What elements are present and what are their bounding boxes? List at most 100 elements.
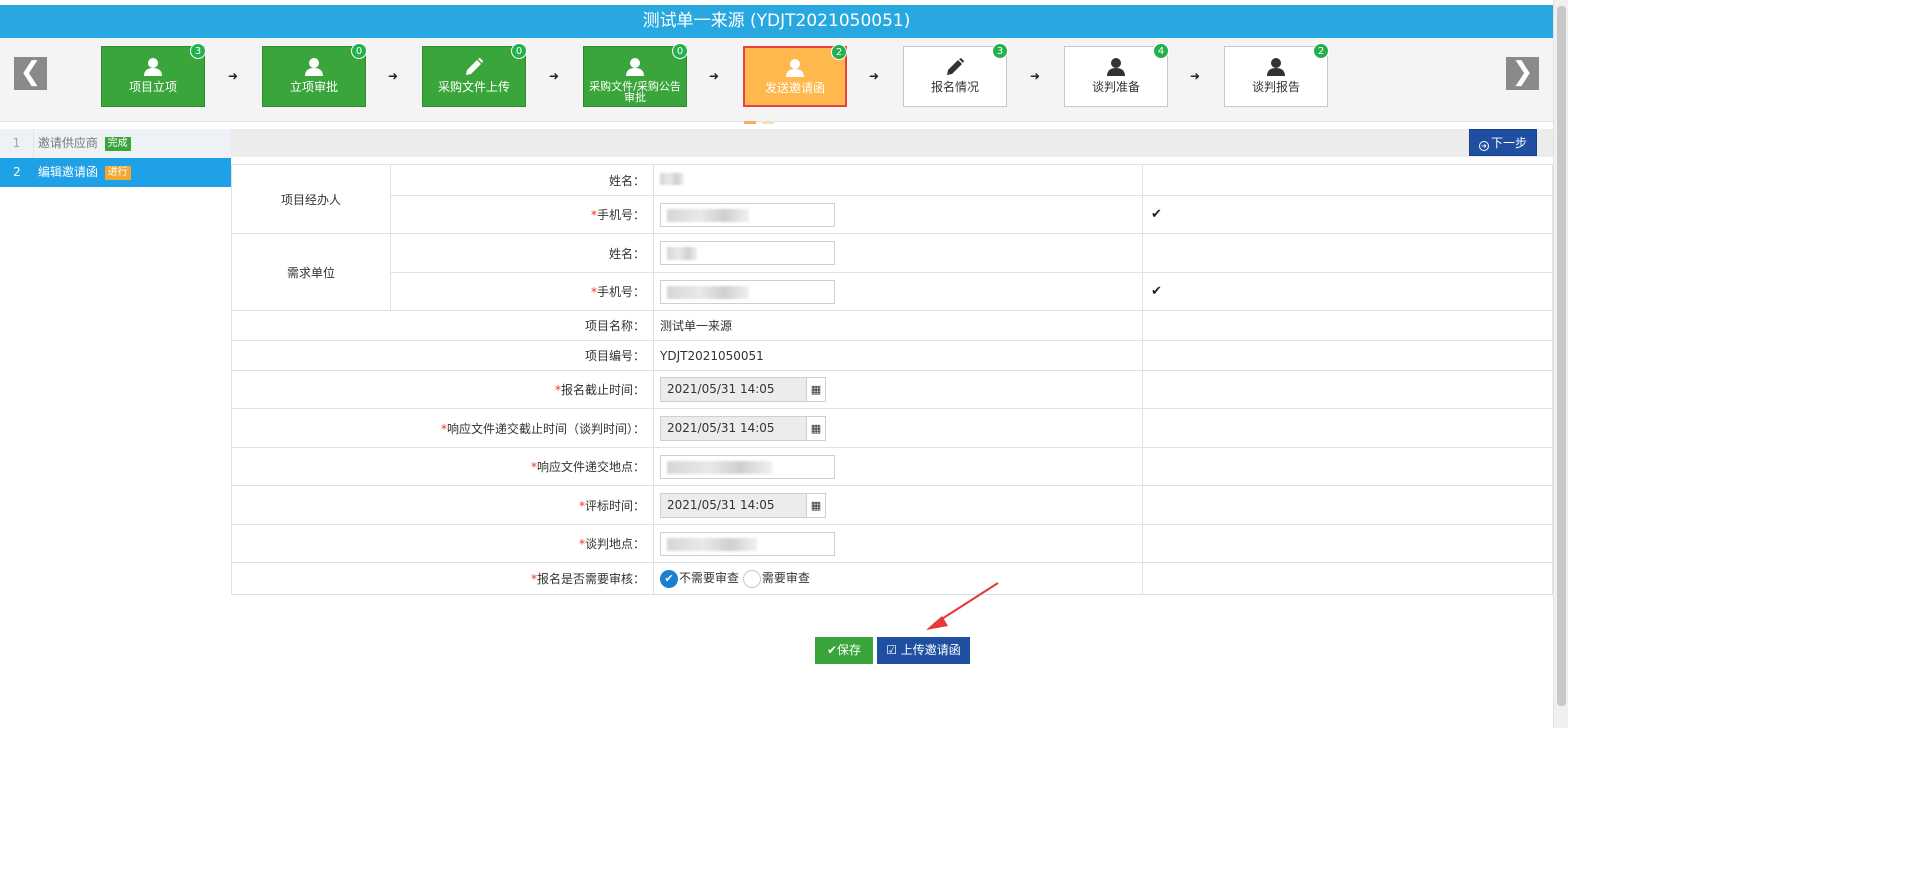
sidebar-item-label: 编辑邀请函 [37,165,98,179]
edit-check-icon: ☑ [886,643,901,657]
step-doc-approval[interactable]: 采购文件/采购公告审批 0 [583,43,688,107]
review-label: 报名是否需要审核： [536,572,645,586]
substep-number: 1 [0,129,34,158]
demand-phone-cell [653,272,1143,311]
upload-invitation-button[interactable]: ☑ 上传邀请函 [877,637,970,664]
step-count-badge: 0 [511,43,527,59]
next-step-label: 下一步 [1490,136,1527,150]
demand-phone-input[interactable] [660,279,835,304]
empty-cell [1142,408,1553,448]
user-icon [745,48,845,82]
invitation-form: 项目经办人 姓名： *手机号： ✔ 需求单位 姓名： *手机号： ✔ 项目名称：… [231,164,1553,595]
step-doc-upload[interactable]: 采购文件上传 0 [422,43,527,107]
check-cell: ✔ [1142,195,1553,234]
prev-steps-button[interactable]: ❮ [14,57,47,90]
scrollbar-thumb[interactable] [1557,6,1566,706]
step-count-badge: 3 [992,43,1008,59]
response-deadline-label: 响应文件递交截止时间（谈判时间）： [446,421,645,436]
next-step-button[interactable]: ➜ 下一步 [1469,129,1537,156]
check-icon: ✔ [1151,284,1162,299]
response-place-input[interactable] [660,454,835,479]
empty-cell [1142,562,1553,595]
response-deadline-picker[interactable]: 2021/05/31 14:05 ▦ [660,415,826,441]
negotiation-place-label: 谈判地点： [584,537,645,551]
signup-deadline-picker[interactable]: 2021/05/31 14:05 ▦ [660,377,826,402]
sidebar-item-label: 邀请供应商 [37,136,98,150]
empty-cell [1142,233,1553,273]
response-deadline-label-cell: *响应文件递交截止时间（谈判时间）： [231,408,654,448]
user-icon [1065,47,1167,81]
manager-phone-input[interactable] [660,202,835,227]
arrow-right-icon: ➜ [228,69,239,83]
step-send-invitation[interactable]: 发送邀请函 2 [743,44,847,107]
response-deadline-cell: 2021/05/31 14:05 ▦ [653,408,1143,448]
response-place-label-cell: *响应文件递交地点： [231,447,654,486]
eval-time-picker[interactable]: 2021/05/31 14:05 ▦ [660,492,826,518]
empty-cell [1142,340,1553,371]
step-approval[interactable]: 立项审批 0 [262,43,367,107]
empty-cell [1142,485,1553,525]
step-label: 采购文件上传 [437,80,510,94]
sidebar-item-edit-invitation[interactable]: 2 编辑邀请函 进行 [0,158,231,187]
response-deadline-value[interactable]: 2021/05/31 14:05 [661,416,806,440]
eval-time-value[interactable]: 2021/05/31 14:05 [661,493,806,517]
calendar-icon[interactable]: ▦ [806,416,825,440]
manager-phone-label: 手机号： [596,208,645,222]
manager-name-value [653,164,1143,196]
step-negotiation-report[interactable]: 谈判报告 2 [1224,43,1329,107]
step-label: 项目立项 [128,80,177,94]
step-label: 谈判报告 [1251,80,1300,94]
sidebar-item-invite-suppliers[interactable]: 1 邀请供应商 完成 [0,129,231,158]
user-icon [263,47,365,81]
response-place-label: 响应文件递交地点： [536,460,645,474]
signup-deadline-value[interactable]: 2021/05/31 14:05 [661,378,806,401]
empty-cell [1142,524,1553,563]
project-no-label: 项目编号： [231,340,654,371]
demand-name-cell [653,233,1143,273]
manager-group-label: 项目经办人 [231,164,391,234]
carousel-dot[interactable] [762,121,774,124]
annotation-arrow-icon [926,582,999,630]
eval-time-label: 评标时间： [584,498,645,513]
check-icon: ✔ [826,643,838,657]
status-badge: 进行 [104,166,131,180]
manager-name-label: 姓名： [390,164,654,196]
calendar-icon[interactable]: ▦ [806,493,825,517]
demand-name-input[interactable] [660,241,835,265]
arrow-right-icon: ➜ [1030,69,1041,83]
review-options-cell: ✔ 不需要审查 需要审查 [653,562,1143,595]
step-registration[interactable]: 报名情况 3 [903,43,1008,107]
radio-need-review-label[interactable]: 需要审查 [762,571,810,585]
carousel-dot-active[interactable] [744,121,756,124]
negotiation-place-label-cell: *谈判地点： [231,524,654,563]
check-cell: ✔ [1142,272,1553,311]
calendar-icon[interactable]: ▦ [806,378,825,401]
step-count-badge: 2 [831,44,847,60]
eval-time-label-cell: *评标时间： [231,485,654,525]
step-negotiation-prep[interactable]: 谈判准备 4 [1064,43,1169,107]
arrow-circle-right-icon: ➜ [1478,141,1489,151]
save-button[interactable]: ✔保存 [815,637,873,664]
arrow-right-icon: ➜ [709,69,720,83]
manager-phone-cell [653,195,1143,234]
substep-number: 2 [13,165,21,179]
step-label: 发送邀请函 [764,81,825,95]
negotiation-place-input[interactable] [660,531,835,556]
step-project-setup[interactable]: 项目立项 3 [101,43,206,107]
arrow-right-icon: ➜ [388,69,399,83]
demand-group-label: 需求单位 [231,233,391,311]
radio-need-review[interactable] [742,569,761,588]
next-steps-button[interactable]: ❯ [1506,57,1539,90]
radio-no-review[interactable]: ✔ [660,569,678,588]
project-name-label: 项目名称： [231,310,654,341]
step-label: 报名情况 [930,80,979,94]
project-no-value: YDJT2021050051 [653,340,1143,371]
page-title: 测试单一来源 (YDJT2021050051) [0,5,1553,38]
project-name-value: 测试单一来源 [653,310,1143,341]
empty-cell [1142,370,1553,409]
radio-no-review-label[interactable]: 不需要审查 [679,571,739,585]
response-place-cell [653,447,1143,486]
step-count-badge: 0 [351,43,367,59]
empty-cell [1142,447,1553,486]
vertical-scrollbar[interactable] [1553,0,1568,728]
